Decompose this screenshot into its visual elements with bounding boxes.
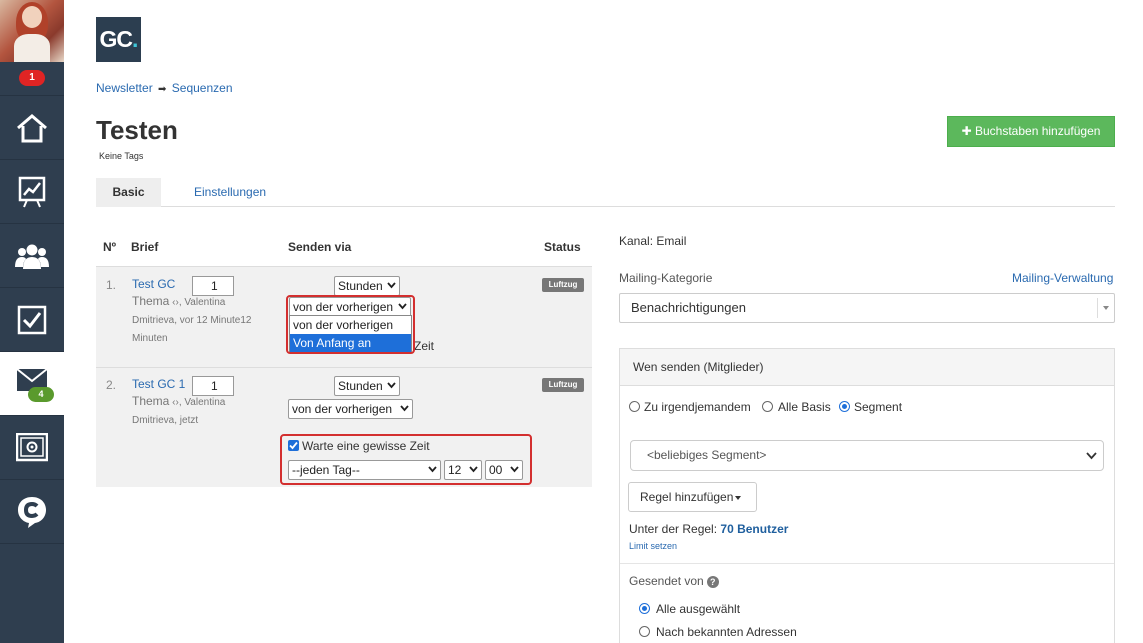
chat-c-icon xyxy=(18,496,46,528)
radio-all-base[interactable] xyxy=(762,401,773,412)
segment-value: <beliebiges Segment> xyxy=(647,448,767,462)
delay-unit-value: Stunden xyxy=(338,279,383,293)
sidebar-item-statistics[interactable] xyxy=(0,160,64,224)
letter-meta: Thema ‹›, Valentina Dmitrieva, vor 12 Mi… xyxy=(132,292,267,348)
chart-board-icon xyxy=(18,176,46,207)
avatar-body xyxy=(14,34,50,62)
chevron-down-icon xyxy=(387,282,396,289)
avatar[interactable] xyxy=(0,0,64,62)
tab-basic[interactable]: Basic xyxy=(96,178,161,207)
safe-icon xyxy=(16,432,48,461)
channel-label: Kanal: Email xyxy=(619,234,687,248)
sidebar-item-tasks[interactable] xyxy=(0,288,64,352)
code-icon[interactable]: ‹› xyxy=(172,397,179,408)
sidebar-item-mail[interactable]: 4 xyxy=(0,352,64,416)
mailing-management-link[interactable]: Mailing-Verwaltung xyxy=(1012,271,1113,285)
divider xyxy=(620,563,1114,564)
relative-to-value: von der vorherigen xyxy=(292,402,393,416)
tabs: Basic Einstellungen xyxy=(96,178,1115,207)
caret-down-icon xyxy=(735,495,742,500)
col-header-letter: Brief xyxy=(131,240,159,254)
breadcrumb-newsletter[interactable]: Newsletter xyxy=(96,81,153,95)
radio-known-addresses[interactable] xyxy=(639,626,650,637)
tags-label: Keine Tags xyxy=(99,151,144,161)
logo-text: GC xyxy=(99,26,133,52)
thema-label: Thema xyxy=(132,294,170,308)
delay-unit-value: Stunden xyxy=(338,379,383,393)
send-to-panel: Wen senden (Mitglieder) Zu irgendjemande… xyxy=(619,348,1115,643)
caret-down-icon xyxy=(1103,306,1109,310)
wait-label-partial: Zeit xyxy=(414,339,435,353)
highlight-box xyxy=(280,434,532,485)
logo-dot: . xyxy=(132,26,138,52)
add-rule-button[interactable]: Regel hinzufügen xyxy=(628,482,757,512)
radio-segment-label[interactable]: Segment xyxy=(854,400,902,414)
segment-select[interactable]: <beliebiges Segment> xyxy=(630,440,1104,471)
breadcrumb: Newsletter ➡ Sequenzen xyxy=(96,81,233,95)
sidebar-item-users[interactable] xyxy=(0,224,64,288)
radio-all-base-label[interactable]: Alle Basis xyxy=(778,400,831,414)
radio-anyone[interactable] xyxy=(629,401,640,412)
avatar-face xyxy=(22,6,42,28)
notification-badge: 1 xyxy=(19,70,45,86)
letter-title-link[interactable]: Test GC xyxy=(132,277,175,291)
col-header-num: Nº xyxy=(103,240,117,254)
letter-meta: Thema ‹›, Valentina Dmitrieva, jetzt xyxy=(132,392,267,430)
thema-label: Thema xyxy=(132,394,170,408)
delay-amount-input[interactable]: 1 xyxy=(192,276,234,296)
highlight-box xyxy=(286,295,415,354)
letter-title-link[interactable]: Test GC 1 xyxy=(132,377,185,391)
row-number: 2. xyxy=(106,378,117,392)
delay-unit-select[interactable]: Stunden xyxy=(334,376,400,396)
mailing-category-label: Mailing-Kategorie xyxy=(619,271,713,285)
row-number: 1. xyxy=(106,278,117,292)
chevron-down-icon xyxy=(387,382,396,389)
checkbox-icon xyxy=(17,305,47,334)
users-icon xyxy=(15,244,49,269)
sidebar: 1 4 xyxy=(0,0,64,643)
sidebar-item-chat[interactable] xyxy=(0,480,64,544)
chevron-down-icon xyxy=(400,405,409,412)
add-letter-label: Buchstaben hinzufügen xyxy=(974,124,1101,138)
mailing-category-select[interactable]: Benachrichtigungen xyxy=(619,293,1115,323)
add-letter-button[interactable]: ✚ Buchstaben hinzufügen xyxy=(947,116,1115,147)
add-rule-label: Regel hinzufügen xyxy=(640,490,734,504)
relative-to-select[interactable]: von der vorherigen xyxy=(288,399,413,419)
status-badge: Luftzug xyxy=(542,278,584,292)
under-rule-label: Unter der Regel: xyxy=(629,522,718,536)
radio-segment[interactable] xyxy=(839,401,850,412)
delay-amount-input[interactable]: 1 xyxy=(192,376,234,396)
breadcrumb-arrow-icon: ➡ xyxy=(158,84,167,95)
set-limit-link[interactable]: Limit setzen xyxy=(629,541,677,551)
tab-settings[interactable]: Einstellungen xyxy=(194,178,266,207)
radio-all-selected-label[interactable]: Alle ausgewählt xyxy=(656,602,740,616)
status-badge: Luftzug xyxy=(542,378,584,392)
breadcrumb-sequences[interactable]: Sequenzen xyxy=(172,81,233,95)
select-separator xyxy=(1097,298,1098,318)
home-icon xyxy=(17,113,47,142)
notifications[interactable]: 1 xyxy=(0,62,64,96)
col-header-send-via: Senden via xyxy=(288,240,352,254)
radio-all-selected[interactable] xyxy=(639,603,650,614)
sidebar-item-home[interactable] xyxy=(0,96,64,160)
delay-unit-select[interactable]: Stunden xyxy=(334,276,400,296)
col-header-status: Status xyxy=(544,240,581,254)
sent-from-label: Gesendet von? xyxy=(629,574,719,588)
under-rule-value: 70 Benutzer xyxy=(720,522,789,536)
radio-known-addresses-label[interactable]: Nach bekannten Adressen xyxy=(656,625,797,639)
logo[interactable]: GC. xyxy=(96,17,141,62)
sidebar-item-safe[interactable] xyxy=(0,416,64,480)
radio-anyone-label[interactable]: Zu irgendjemandem xyxy=(644,400,751,414)
chevron-down-icon xyxy=(1086,452,1097,460)
help-icon[interactable]: ? xyxy=(706,575,719,588)
under-rule-count: Unter der Regel: 70 Benutzer xyxy=(629,522,788,536)
mail-count-badge: 4 xyxy=(28,387,54,402)
plus-icon: ✚ xyxy=(961,124,972,138)
code-icon[interactable]: ‹› xyxy=(172,297,179,308)
page-title: Testen xyxy=(96,115,178,145)
mailing-category-value: Benachrichtigungen xyxy=(631,300,746,315)
sent-from-text: Gesendet von xyxy=(629,574,704,588)
send-to-title: Wen senden (Mitglieder) xyxy=(620,349,1114,386)
